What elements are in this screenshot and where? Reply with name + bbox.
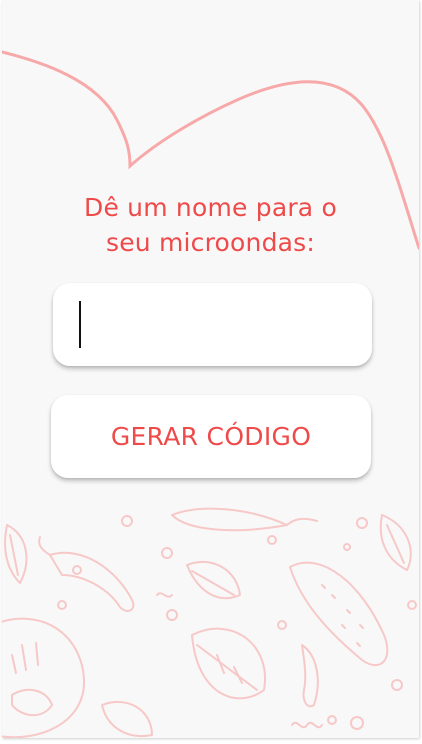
prompt-line-1: Dê um nome para o xyxy=(84,193,337,222)
generate-code-label: GERAR CÓDIGO xyxy=(110,422,312,451)
prompt-line-2: seu microondas: xyxy=(105,228,316,257)
name-prompt: Dê um nome para o seu microondas: xyxy=(2,190,419,260)
microwave-name-input[interactable] xyxy=(53,283,372,366)
text-cursor xyxy=(79,301,81,348)
vegetable-doodle-pattern xyxy=(2,507,417,738)
generate-code-button[interactable]: GERAR CÓDIGO xyxy=(51,395,371,478)
microwave-name-field xyxy=(53,283,372,366)
app-screen: Dê um nome para o seu microondas: GERAR … xyxy=(2,0,419,738)
